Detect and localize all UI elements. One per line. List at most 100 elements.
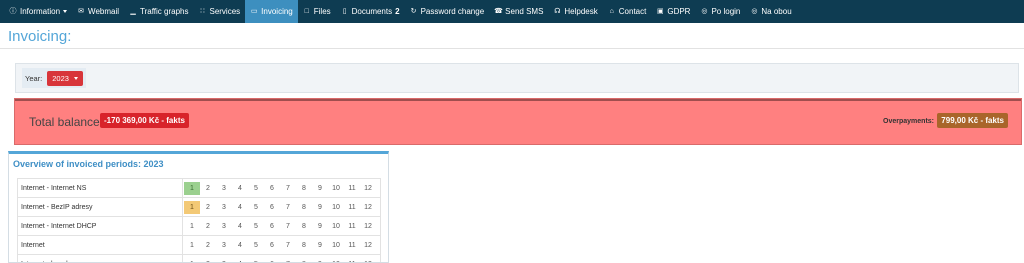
month-cell: 12	[364, 222, 372, 230]
year-filter: Year: 2023	[22, 68, 86, 88]
month-cells: 123456789101112	[182, 254, 381, 263]
month-cell: 11	[348, 241, 356, 249]
document-icon: ▯	[342, 7, 347, 15]
home-icon: ⌂	[609, 7, 614, 15]
month-cell: 5	[254, 241, 258, 249]
month-cell: 12	[360, 258, 376, 263]
month-cell: 4	[238, 222, 242, 230]
month-cell: 6	[264, 258, 280, 263]
month-cell: 4	[238, 184, 242, 192]
nav-item-na-obou[interactable]: ◎ Na obou	[745, 0, 796, 23]
nav-item-label: Helpdesk	[564, 7, 598, 16]
nav-item-po-login[interactable]: ◎ Po login	[695, 0, 745, 23]
month-cell: 1	[190, 241, 194, 249]
nav-item-webmail[interactable]: ✉ Webmail	[72, 0, 124, 23]
service-name: Internet - bezoku	[17, 254, 183, 262]
month-cell: 10	[332, 241, 340, 249]
month-cell: 6	[270, 222, 274, 230]
nav-item-send-sms[interactable]: ☎ Send SMS	[489, 0, 548, 23]
invoiced-periods-table: Internet - Internet NS 1 2 3 4 5 6 7 8 9 10 11 12 Int…	[17, 178, 381, 263]
month-cell: 11	[348, 222, 356, 230]
nav-item-label: Password change	[420, 7, 485, 16]
info-icon: ⓘ	[9, 7, 17, 15]
month-cell: 9	[318, 203, 322, 211]
month-cell: 1	[190, 222, 194, 230]
month-cell: 4	[232, 258, 248, 263]
month-cell: 12	[364, 184, 372, 192]
table-row: Internet 1 2 3 4 5 6 7 8 9 10 11 12	[17, 235, 381, 255]
nav-item-helpdesk[interactable]: ☊ Helpdesk	[548, 0, 602, 23]
nav-item-password-change[interactable]: ↻ Password change	[405, 0, 490, 23]
month-cell: 9	[318, 222, 322, 230]
month-cell: 12	[364, 203, 372, 211]
month-cells: 123456789101112	[182, 178, 381, 198]
folder-icon: □	[304, 7, 309, 15]
month-cell: 7	[286, 203, 290, 211]
month-cell: 10	[332, 203, 340, 211]
nav-item-label: Contact	[618, 7, 647, 16]
month-cell: 11	[348, 203, 356, 211]
month-cell: 8	[302, 222, 306, 230]
globe-icon: ◎	[751, 7, 758, 15]
helpdesk-icon: ☊	[554, 7, 561, 15]
month-cell: 5	[254, 184, 258, 192]
year-label: Year:	[25, 73, 43, 83]
month-cell: 2	[206, 184, 210, 192]
nav-item-label: Send SMS	[505, 7, 544, 16]
month-cell: 9	[318, 184, 322, 192]
overpayments-label: Overpayments:	[883, 118, 934, 125]
month-cell: 2	[206, 203, 210, 211]
month-cell: 3	[222, 222, 226, 230]
nav-item-label: Information	[20, 7, 61, 16]
nav-item-contact[interactable]: ⌂ Contact	[603, 0, 652, 23]
month-cell: 4	[238, 203, 242, 211]
month-cell: 12	[364, 241, 372, 249]
month-cells: 123456789101112	[182, 216, 381, 236]
documents-count-badge: 2	[395, 7, 400, 16]
nav-item-invoicing[interactable]: ▭ Invoicing	[245, 0, 298, 23]
nav-item-gdpr[interactable]: ▣ GDPR	[651, 0, 695, 23]
month-cell: 3	[222, 241, 226, 249]
nav-item-documents[interactable]: ▯ Documents 2	[336, 0, 405, 23]
month-cell: 2	[206, 241, 210, 249]
month-cell: 3	[222, 203, 226, 211]
nav-item-label: Na obou	[761, 7, 792, 16]
service-name: Internet - BezIP adresy	[17, 197, 183, 217]
nav-item-traffic-graphs[interactable]: ▁ Traffic graphs	[124, 0, 193, 23]
year-filter-panel: Year: 2023	[15, 63, 1019, 93]
nav-item-information[interactable]: ⓘ Information	[4, 0, 72, 23]
month-cell: 8	[302, 203, 306, 211]
month-cell: 11	[344, 258, 360, 263]
nav-item-files[interactable]: □ Files	[298, 0, 336, 23]
nav-item-label: GDPR	[667, 7, 691, 16]
chevron-down-icon	[73, 76, 78, 80]
month-cell: 2	[206, 222, 210, 230]
month-cell: 8	[296, 258, 312, 263]
balance-panel-border	[15, 99, 1021, 101]
month-cell: 7	[286, 184, 290, 192]
service-name: Internet - Internet DHCP	[17, 216, 183, 236]
month-cell[interactable]: 1	[184, 200, 200, 214]
refresh-icon: ↻	[410, 7, 417, 15]
total-balance-badge: -170 369,00 Kč - fakts	[100, 113, 189, 128]
invoiced-periods-panel: Overview of invoiced periods: 2023 Inter…	[8, 151, 389, 263]
nav-item-services[interactable]: ∷ Services	[193, 0, 245, 23]
month-cell: 9	[318, 241, 322, 249]
lock-icon: ▣	[657, 7, 664, 15]
month-cell: 3	[216, 258, 232, 263]
month-cell: 3	[222, 184, 226, 192]
month-cell[interactable]: 1	[184, 181, 200, 195]
envelope-icon: ✉	[78, 7, 84, 15]
nav-item-label: Files	[313, 7, 331, 16]
month-cells: 123456789101112	[182, 235, 381, 255]
month-cell: 8	[302, 184, 306, 192]
invoiced-periods-title: Overview of invoiced periods: 2023	[13, 159, 164, 169]
nav-item-label: Invoicing	[261, 7, 293, 16]
service-name: Internet - Internet NS	[17, 178, 183, 198]
page-title: Invoicing:	[8, 28, 72, 45]
nav-item-label: Traffic graphs	[140, 7, 189, 16]
month-cell: 10	[332, 184, 340, 192]
year-select-value: 2023	[52, 73, 69, 83]
year-select[interactable]: 2023	[47, 70, 83, 86]
month-cell: 5	[254, 222, 258, 230]
